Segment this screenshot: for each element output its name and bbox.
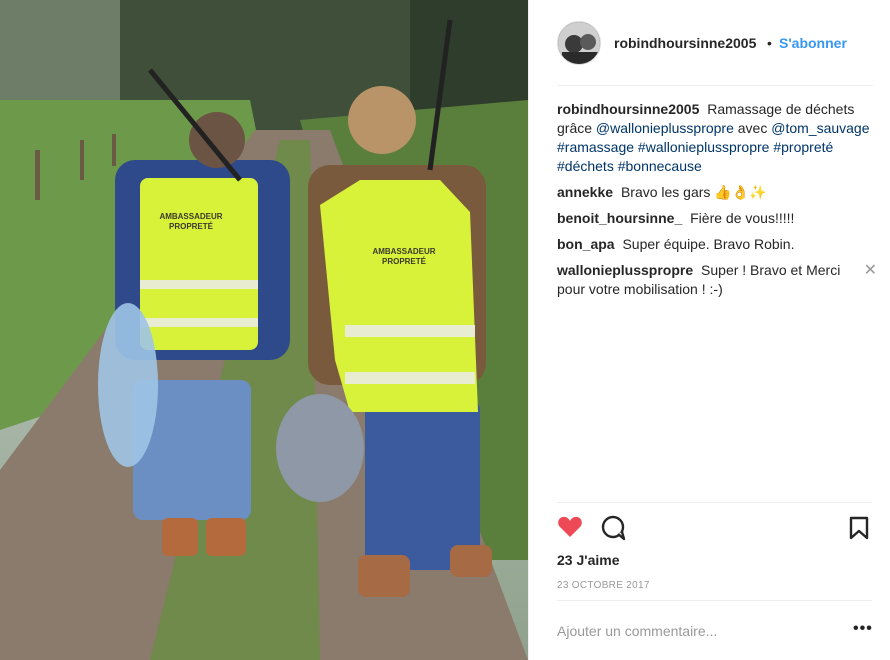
caption-text-mid: avec	[737, 120, 768, 136]
vest-text-right-2: PROPRETÉ	[382, 257, 427, 266]
comment-text: Bravo les gars 👍👌✨	[620, 184, 767, 200]
comment-username[interactable]: benoit_hoursinne_	[557, 210, 682, 226]
heart-icon[interactable]	[557, 515, 583, 544]
comment-item: benoit_hoursinne_ Fière de vous!!!!!	[557, 209, 875, 228]
comment-username[interactable]: annekke	[557, 184, 613, 200]
vest-text-right-1: AMBASSADEUR	[372, 247, 435, 256]
post-username[interactable]: robindhoursinne2005	[614, 35, 756, 51]
comment-username[interactable]: wallonieplusspropre	[557, 262, 693, 278]
caption: robindhoursinne2005 Ramassage de déchets…	[557, 100, 875, 176]
follow-button[interactable]: S'abonner	[779, 35, 847, 51]
bookmark-icon[interactable]	[849, 516, 869, 545]
post-date: 23 OCTOBRE 2017	[557, 580, 650, 591]
comment-text: Super équipe. Bravo Robin.	[622, 236, 795, 252]
hashtags[interactable]: #ramassage #wallonieplusspropre #propret…	[557, 139, 833, 174]
comment-item: wallonieplusspropre Super ! Bravo et Mer…	[557, 261, 877, 299]
add-comment-input[interactable]: Ajouter un commentaire...	[557, 623, 717, 639]
vest-text-left-1: AMBASSADEUR	[159, 212, 222, 221]
vest-text-left-2: PROPRETÉ	[169, 222, 214, 231]
comment-username[interactable]: bon_apa	[557, 236, 615, 252]
comment-item: bon_apa Super équipe. Bravo Robin.	[557, 235, 875, 254]
comment-text: Fière de vous!!!!!	[690, 210, 795, 226]
post-panel: robindhoursinne2005 • S'abonner robindho…	[528, 0, 890, 660]
caption-username[interactable]: robindhoursinne2005	[557, 101, 699, 117]
mention-link[interactable]: @wallonieplusspropre	[596, 120, 734, 136]
comments-list: robindhoursinne2005 Ramassage de déchets…	[557, 100, 877, 306]
separator-dot: •	[767, 35, 772, 51]
avatar[interactable]	[557, 21, 601, 65]
comment-item: annekke Bravo les gars 👍👌✨	[557, 183, 875, 202]
header-divider	[557, 85, 873, 86]
comment-icon[interactable]	[601, 515, 627, 546]
more-options-icon[interactable]: •••	[853, 620, 873, 638]
likes-count[interactable]: 23 J'aime	[557, 552, 620, 568]
post-photo[interactable]: AMBASSADEUR PROPRETÉ AMBASSADEUR PROPRET…	[0, 0, 528, 660]
close-icon[interactable]: ✕	[864, 261, 877, 280]
actions-divider	[557, 502, 872, 503]
post-header: robindhoursinne2005 • S'abonner	[529, 0, 890, 86]
mention-link[interactable]: @tom_sauvage	[771, 120, 869, 136]
add-comment-divider	[557, 600, 872, 601]
